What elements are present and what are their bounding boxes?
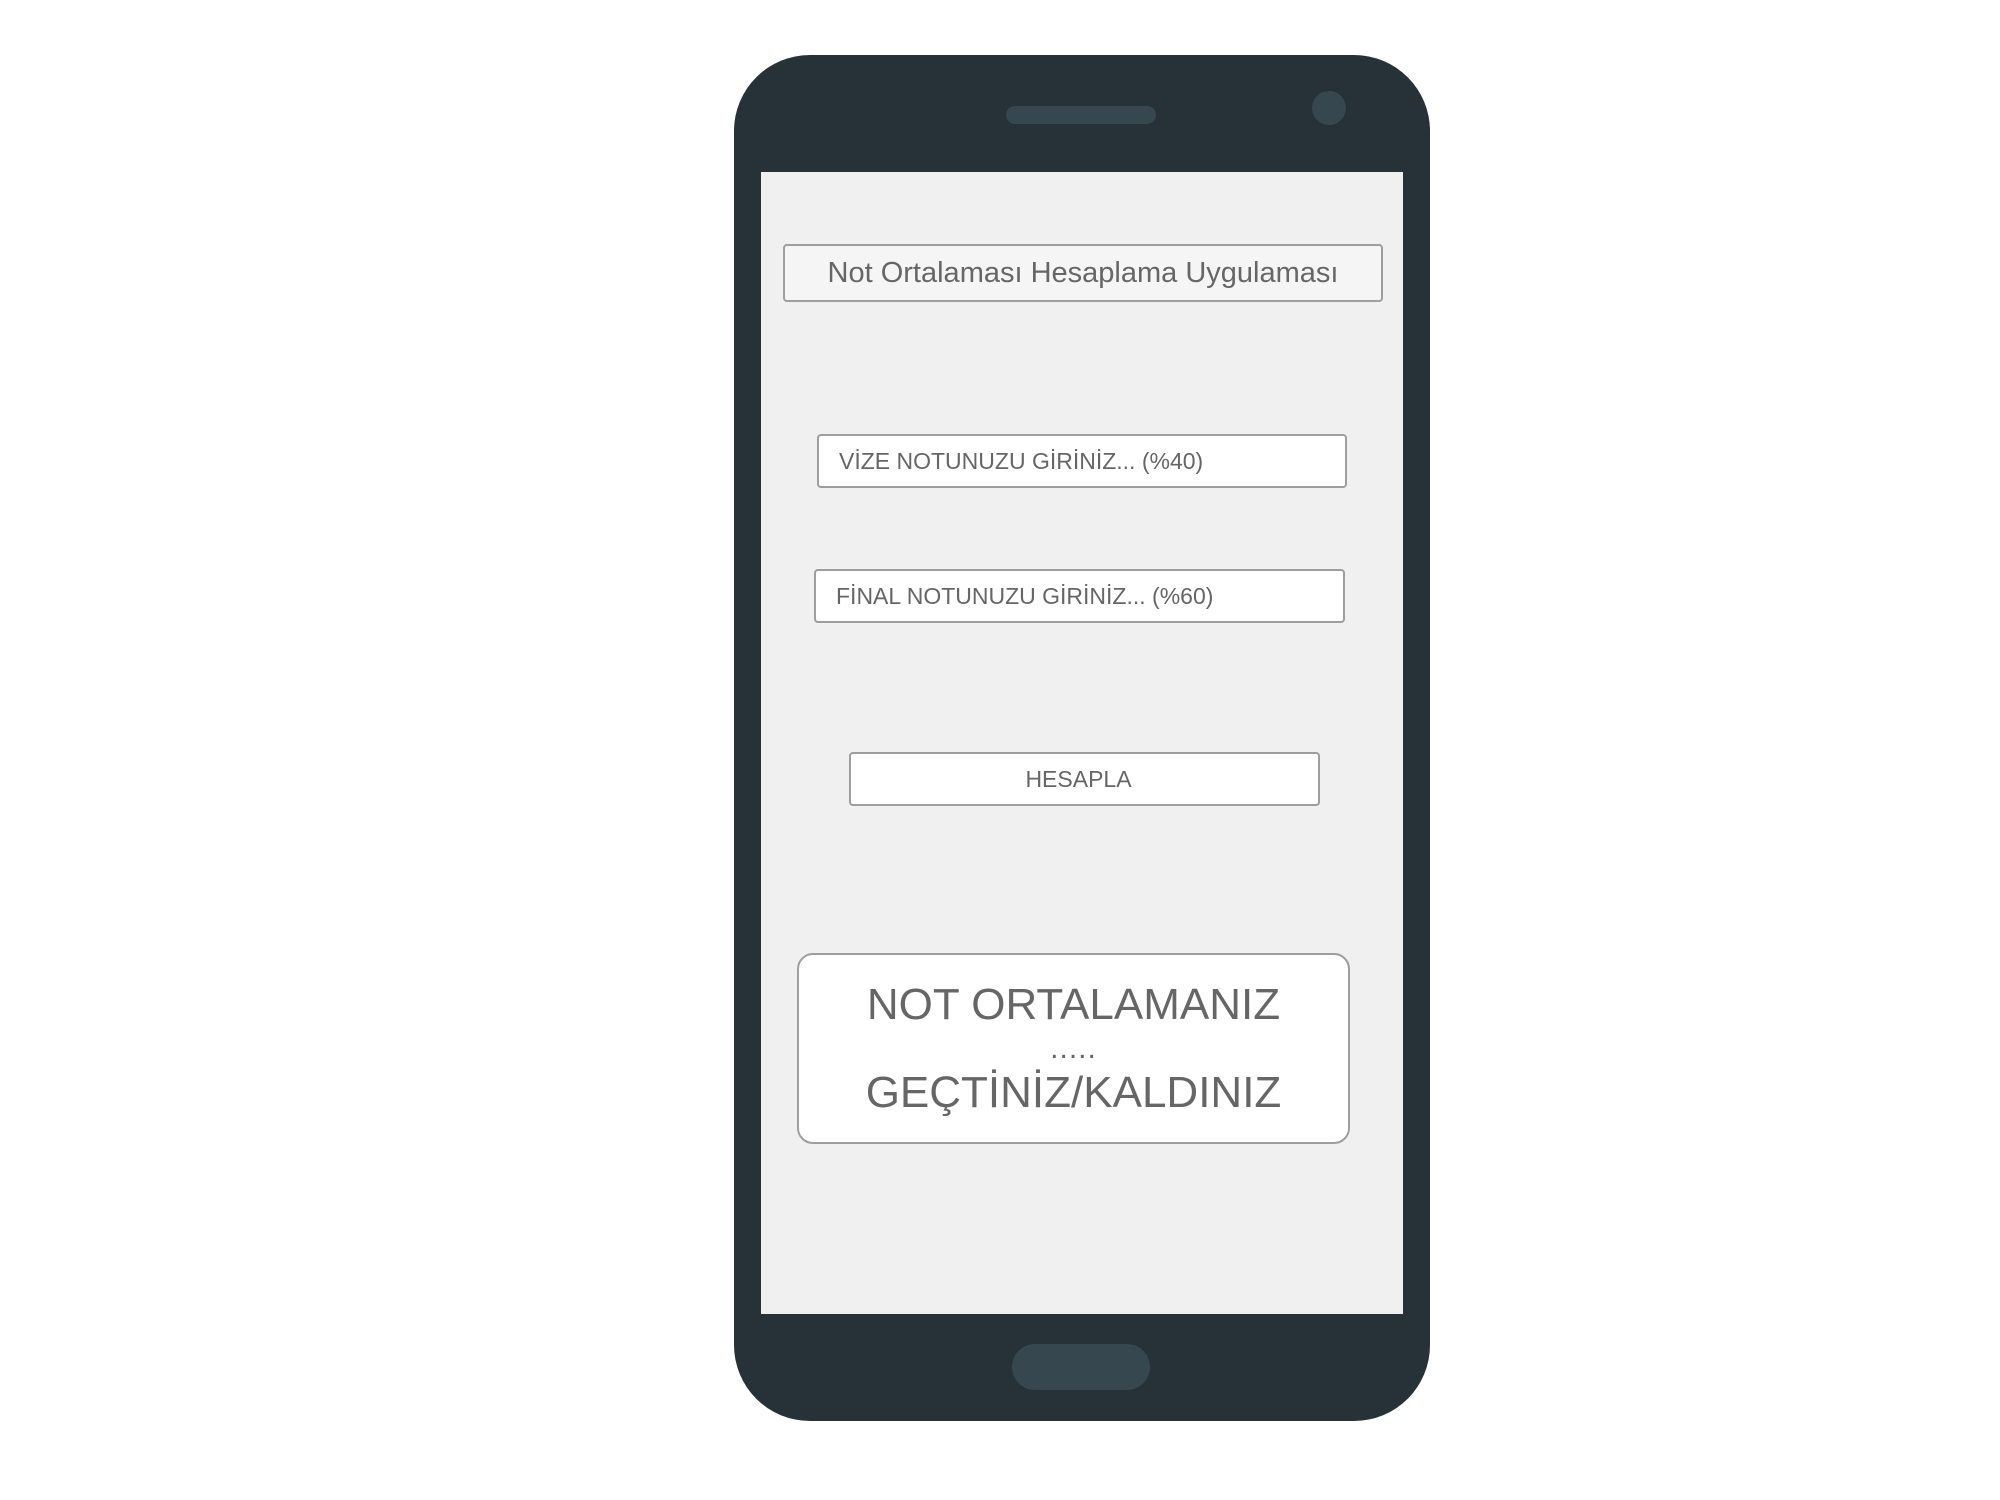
- final-grade-input[interactable]: [814, 569, 1345, 623]
- calculate-button-label: HESAPLA: [1025, 765, 1132, 792]
- home-button-icon[interactable]: [1012, 1344, 1150, 1390]
- front-camera-icon: [1312, 91, 1346, 125]
- vize-grade-input[interactable]: [817, 434, 1347, 488]
- calculate-button[interactable]: HESAPLA: [849, 752, 1320, 806]
- stage: Not Ortalaması Hesaplama Uygulaması HESA…: [0, 0, 2000, 1500]
- speaker-grille-icon: [1006, 106, 1156, 124]
- result-heading: NOT ORTALAMANIZ: [866, 979, 1281, 1029]
- result-panel: NOT ORTALAMANIZ ..... GEÇTİNİZ/KALDINIZ: [797, 953, 1350, 1144]
- phone-frame: Not Ortalaması Hesaplama Uygulaması HESA…: [734, 55, 1430, 1421]
- app-title-label: Not Ortalaması Hesaplama Uygulaması: [827, 256, 1339, 289]
- result-status: GEÇTİNİZ/KALDINIZ: [865, 1067, 1282, 1117]
- app-title: Not Ortalaması Hesaplama Uygulaması: [783, 244, 1383, 302]
- phone-screen: Not Ortalaması Hesaplama Uygulaması HESA…: [761, 172, 1403, 1314]
- result-value: .....: [1050, 1031, 1097, 1065]
